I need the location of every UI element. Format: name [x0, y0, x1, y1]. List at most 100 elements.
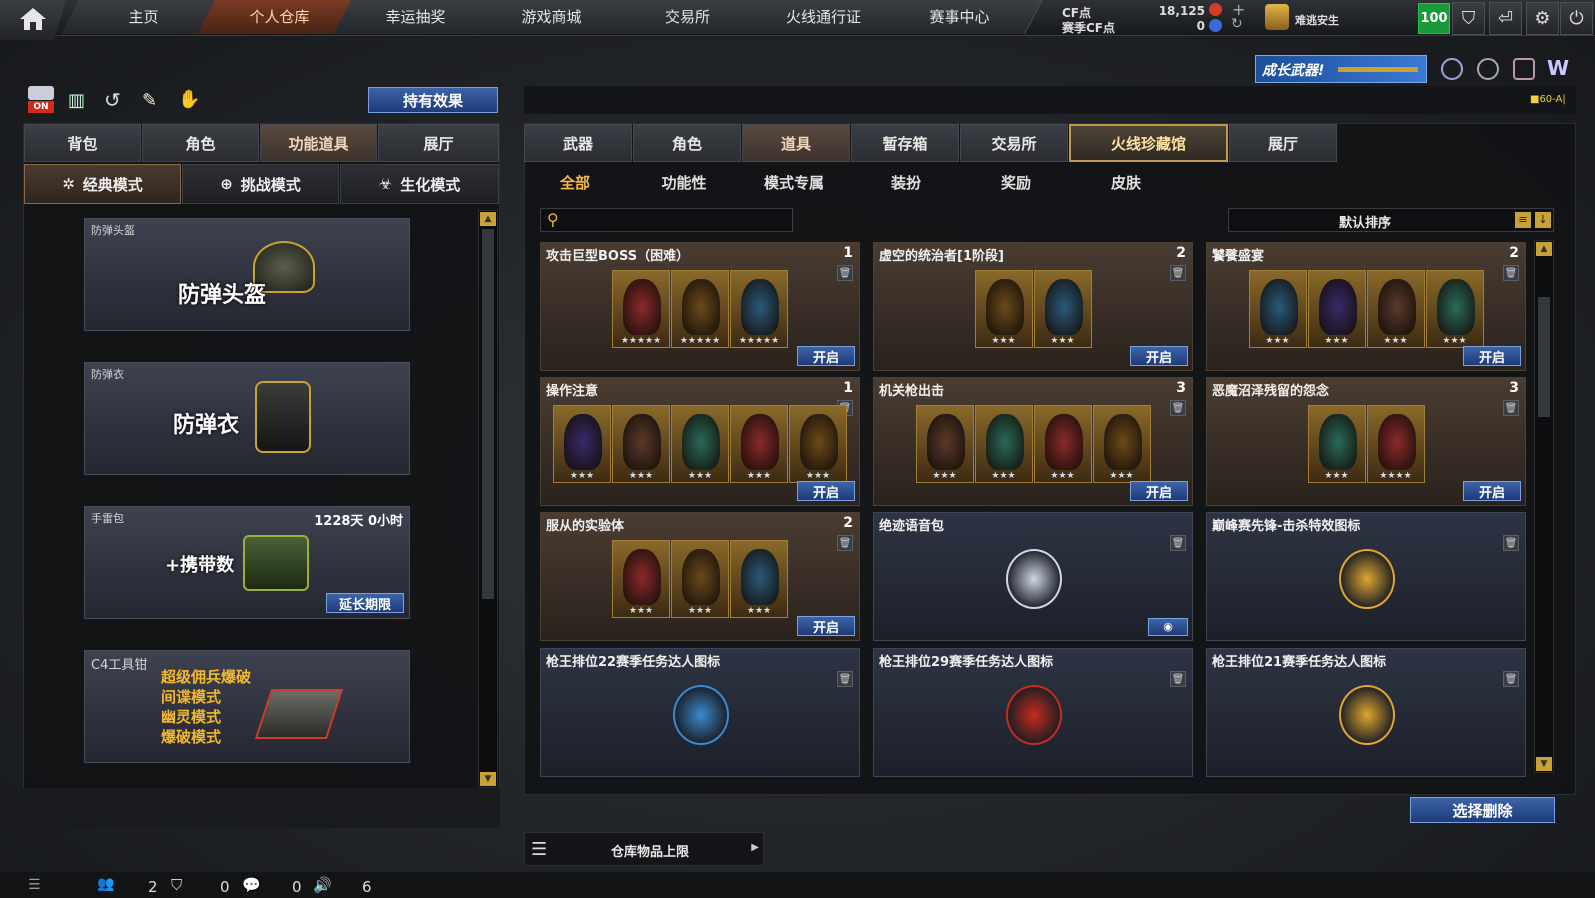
grid-item-card[interactable]: 枪王排位22赛季任务达人图标 🗑 — [540, 648, 860, 777]
grid-item-card[interactable]: 饕餮盛宴 2 🗑 ★★★ ★★★ ★★★ ★★★ 开启 — [1206, 242, 1526, 371]
subtab-rewards[interactable]: 奖励 — [966, 172, 1066, 198]
right-scroll-thumb[interactable] — [1538, 297, 1550, 417]
trash-icon[interactable]: 🗑 — [837, 671, 853, 687]
voice-pack-icon — [1006, 549, 1062, 609]
shield-button[interactable]: ⛉ — [1452, 2, 1485, 35]
stats-icon[interactable]: ▥ — [68, 90, 85, 111]
open-button[interactable]: 开启 — [1130, 346, 1188, 366]
grid-item-card[interactable]: 服从的实验体 2 🗑 ★★★ ★★★ ★★★ 开启 — [540, 512, 860, 641]
badge-v-icon[interactable] — [1441, 58, 1463, 80]
history-icon[interactable]: ↺ — [104, 88, 121, 112]
left-scrollbar[interactable]: ▲ ▼ — [478, 210, 498, 788]
trash-icon[interactable]: 🗑 — [1503, 671, 1519, 687]
glove-icon[interactable]: ✋ — [178, 89, 200, 110]
clan-shield-icon[interactable]: ⛉ — [171, 876, 182, 894]
monster-card: ★★★ — [789, 405, 847, 483]
menu-list-icon[interactable]: ☰ — [28, 877, 41, 893]
tab-characters[interactable]: 角色 — [633, 124, 741, 162]
on-toggle[interactable]: ON — [28, 86, 54, 114]
left-scroll-thumb[interactable] — [482, 229, 494, 599]
sort-direction-icon[interactable]: ↓ — [1535, 212, 1551, 228]
open-button[interactable]: 开启 — [1130, 481, 1188, 501]
subtab-skins[interactable]: 皮肤 — [1076, 172, 1176, 198]
holding-effect-button[interactable]: 持有效果 — [368, 87, 498, 113]
open-button[interactable]: 开启 — [1463, 346, 1521, 366]
grid-item-card[interactable]: 巅峰赛先锋-击杀特效图标 🗑 — [1206, 512, 1526, 641]
grid-item-card[interactable]: 攻击巨型BOSS（困难） 1 🗑 ★★★★★ ★★★★★ ★★★★★ 开启 — [540, 242, 860, 371]
grid-item-card[interactable]: 操作注意1🗑★★★★★★★★★★★★★★★开启 — [540, 377, 860, 506]
grid-item-card[interactable]: 机关枪出击 3 🗑 ★★★ ★★★ ★★★ ★★★ 开启 — [873, 377, 1193, 506]
subtab-cosmetic[interactable]: 装扮 — [856, 172, 956, 198]
grid-item-card[interactable]: 恶魔沼泽残留的怨念 3 🗑 ★★★ ★★★★ 开启 — [1206, 377, 1526, 506]
scroll-down-icon[interactable]: ▼ — [1536, 757, 1552, 771]
search-box[interactable]: ⚲ — [540, 208, 793, 232]
monster-strip: ★★★★★ ★★★★★ ★★★★★ — [541, 270, 859, 348]
grid-item-card[interactable]: 虚空的统治者[1阶段] 2 🗑 ★★★ ★★★ 开启 — [873, 242, 1193, 371]
mode-challenge[interactable]: ⊕ 挑战模式 — [182, 164, 339, 204]
grid-item-card[interactable]: 绝迹语音包 🗑 ◉ — [873, 512, 1193, 641]
exit-room-button[interactable]: ⏎ — [1489, 2, 1522, 35]
tab-exchange[interactable]: 交易所 — [960, 124, 1068, 162]
open-button[interactable]: 开启 — [797, 481, 855, 501]
grid-item-card[interactable]: 枪王排位29赛季任务达人图标 🗑 — [873, 648, 1193, 777]
refresh-icon[interactable]: ↻ — [1231, 16, 1243, 32]
chat-icon[interactable]: 💬 — [242, 876, 261, 894]
extend-duration-button[interactable]: 延长期限 — [326, 593, 404, 613]
item-helmet[interactable]: 防弹头盔 防弹头盔 — [84, 218, 410, 331]
globe-icon[interactable] — [1477, 58, 1499, 80]
sort-dropdown[interactable]: 默认排序 ≡ ↓ — [1228, 208, 1554, 232]
tab-gallery[interactable]: 展厅 — [1229, 124, 1337, 162]
item-c4-pliers[interactable]: C4工具钳 超级佣兵爆破 间谍模式 幽灵模式 爆破模式 — [84, 650, 410, 763]
grid-item-title: 绝迹语音包 — [879, 519, 945, 534]
open-button[interactable]: 开启 — [1463, 481, 1521, 501]
subtab-all[interactable]: 全部 — [525, 172, 625, 198]
wing-icon[interactable] — [1513, 58, 1535, 80]
mode-classic[interactable]: ✲ 经典模式 — [24, 164, 181, 204]
capacity-bar[interactable]: ☰ 仓库物品上限 ▶ — [524, 832, 764, 866]
scroll-up-icon[interactable]: ▲ — [1536, 242, 1552, 256]
w-logo-icon[interactable]: W — [1547, 56, 1569, 80]
open-button[interactable]: 开启 — [797, 616, 855, 636]
tab-collection-hall[interactable]: 火线珍藏馆 — [1069, 124, 1228, 162]
growth-weapon-banner[interactable]: 成长武器! — [1255, 55, 1427, 83]
monster-card: ★★★★★ — [730, 270, 788, 348]
item-grenade-pack[interactable]: 手雷包 1228天 0小时 +携带数 延长期限 — [84, 506, 410, 619]
subtab-mode-exclusive[interactable]: 模式专属 — [744, 172, 844, 198]
power-button[interactable]: ⏻ — [1560, 2, 1593, 35]
tab-storage-box[interactable]: 暂存箱 — [851, 124, 959, 162]
monster-figure-icon — [1044, 279, 1083, 335]
item-grenade-timer: 1228天 0小时 — [314, 514, 403, 529]
star-rating: ★★★ — [1265, 336, 1290, 346]
grid-item-title: 服从的实验体 — [546, 519, 625, 534]
tab-backpack[interactable]: 背包 — [24, 124, 141, 162]
subtab-functional[interactable]: 功能性 — [634, 172, 734, 198]
search-input[interactable] — [569, 211, 789, 229]
tab-character[interactable]: 角色 — [142, 124, 259, 162]
monster-card: ★★★ — [1307, 270, 1366, 348]
home-button[interactable] — [0, 0, 66, 40]
caret-right-icon[interactable]: ▶ — [751, 842, 759, 853]
trash-icon[interactable]: 🗑 — [1503, 535, 1519, 551]
right-scrollbar[interactable]: ▲ ▼ — [1534, 240, 1554, 773]
scroll-down-icon[interactable]: ▼ — [480, 772, 496, 786]
tab-function-items[interactable]: 功能道具 — [260, 124, 377, 162]
nav-tab-events[interactable]: 赛事中心 — [876, 0, 1044, 34]
tab-showroom[interactable]: 展厅 — [378, 124, 499, 162]
settings-button[interactable]: ⚙ — [1526, 2, 1559, 35]
scroll-up-icon[interactable]: ▲ — [480, 212, 496, 226]
trash-icon[interactable]: 🗑 — [1170, 671, 1186, 687]
monster-card: ★★★ — [1248, 270, 1307, 348]
tab-items[interactable]: 道具 — [742, 124, 850, 162]
friends-icon[interactable]: 👥 — [97, 876, 114, 892]
grid-item-card[interactable]: 枪王排位21赛季任务达人图标 🗑 — [1206, 648, 1526, 777]
select-delete-button[interactable]: 选择删除 — [1410, 797, 1555, 823]
open-button[interactable]: 开启 — [797, 346, 855, 366]
tool-icon[interactable]: ✎ — [142, 90, 157, 111]
tab-weapons[interactable]: 武器 — [524, 124, 632, 162]
trash-icon[interactable]: 🗑 — [1170, 535, 1186, 551]
play-voice-button[interactable]: ◉ — [1148, 618, 1188, 636]
list-view-icon[interactable]: ≡ — [1515, 212, 1531, 228]
speaker-icon[interactable]: 🔊 — [313, 876, 332, 894]
mode-zombie[interactable]: ☣ 生化模式 — [340, 164, 499, 204]
item-vest[interactable]: 防弹衣 防弹衣 — [84, 362, 410, 475]
